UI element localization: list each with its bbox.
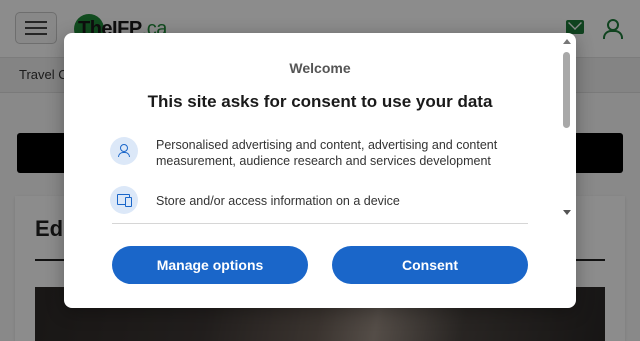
purpose-text: Personalised advertising and content, ad… — [156, 138, 498, 168]
manage-options-button[interactable]: Manage options — [112, 246, 308, 284]
dialog-headline: This site asks for consent to use your d… — [147, 92, 493, 111]
person-icon — [110, 137, 138, 165]
purpose-text: Store and/or access information on a dev… — [156, 194, 400, 208]
dialog-welcome: Welcome — [289, 60, 351, 76]
divider — [112, 223, 528, 224]
scroll-thumb[interactable] — [563, 52, 570, 128]
scroll-down-arrow-icon[interactable] — [563, 210, 571, 215]
consent-dialog: Welcome This site asks for consent to us… — [64, 33, 576, 308]
dialog-scrollbar[interactable] — [561, 35, 572, 221]
consent-button[interactable]: Consent — [332, 246, 528, 284]
scroll-up-arrow-icon[interactable] — [563, 39, 571, 44]
devices-icon — [110, 186, 138, 214]
